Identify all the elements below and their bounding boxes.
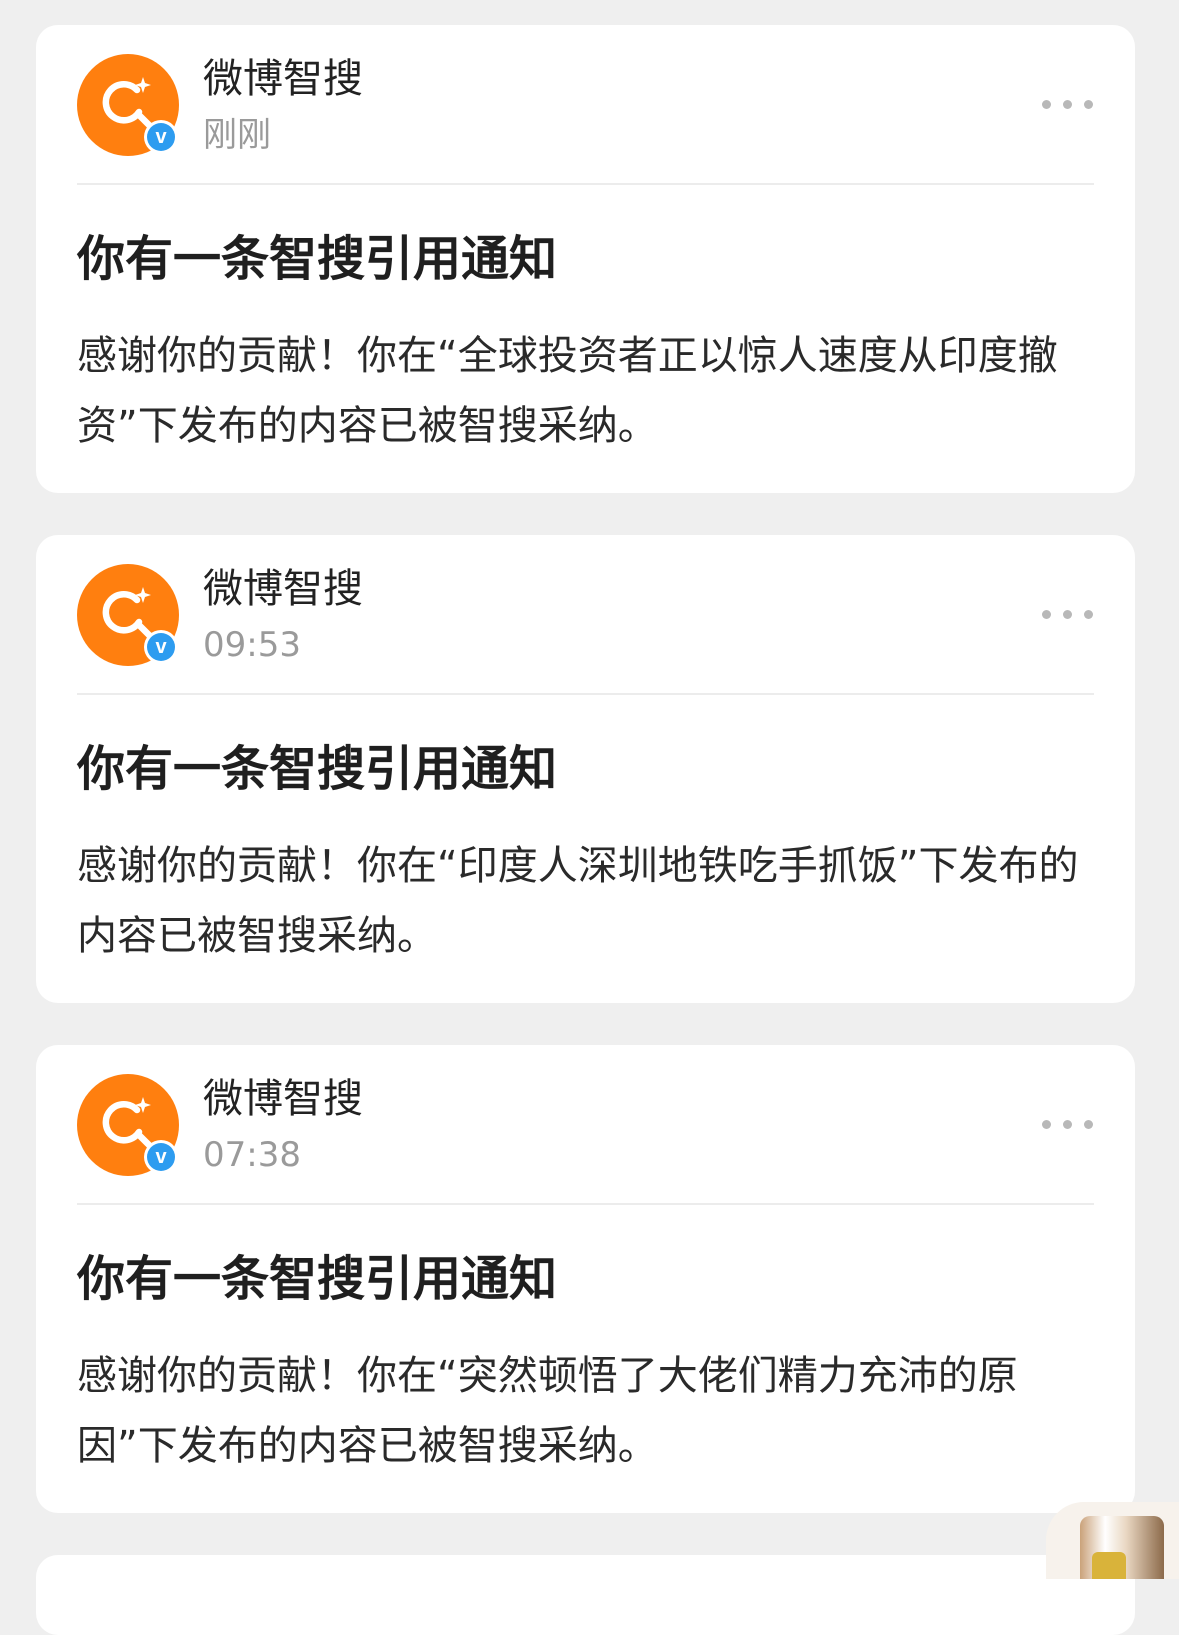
notification-card-partial[interactable] bbox=[36, 1555, 1135, 1635]
more-options-button[interactable] bbox=[1032, 1105, 1102, 1143]
verified-badge-icon: v bbox=[144, 630, 178, 664]
more-options-icon bbox=[1042, 1120, 1051, 1129]
account-name[interactable]: 微博智搜 bbox=[203, 53, 363, 105]
more-options-icon bbox=[1042, 610, 1051, 619]
more-options-icon bbox=[1063, 1120, 1072, 1129]
more-options-icon bbox=[1042, 100, 1051, 109]
divider bbox=[77, 1203, 1094, 1205]
post-time: 07:38 bbox=[203, 1135, 301, 1175]
more-options-icon bbox=[1063, 100, 1072, 109]
more-options-icon bbox=[1084, 610, 1093, 619]
notice-body: 感谢你的贡献！你在“全球投资者正以惊人速度从印度撤资”下发布的内容已被智搜采纳。 bbox=[77, 333, 1058, 449]
account-name[interactable]: 微博智搜 bbox=[203, 563, 363, 615]
more-options-button[interactable] bbox=[1032, 85, 1102, 123]
post-time: 刚刚 bbox=[203, 115, 271, 155]
floating-thumbnail[interactable] bbox=[1046, 1502, 1179, 1579]
notice-body: 感谢你的贡献！你在“突然顿悟了大佬们精力充沛的原因”下发布的内容已被智搜采纳。 bbox=[77, 1353, 1018, 1469]
notification-card[interactable]: v 微博智搜 刚刚 你有一条智搜引用通知 感谢你的贡献！你在“全球投资者正以惊人… bbox=[36, 25, 1135, 493]
thumbnail-accent bbox=[1092, 1552, 1126, 1579]
divider bbox=[77, 183, 1094, 185]
post-time: 09:53 bbox=[203, 625, 301, 665]
notice-title: 你有一条智搜引用通知 bbox=[77, 1251, 558, 1307]
verified-badge-icon: v bbox=[144, 1140, 178, 1174]
account-name[interactable]: 微博智搜 bbox=[203, 1073, 363, 1125]
notification-card[interactable]: v 微博智搜 09:53 你有一条智搜引用通知 感谢你的贡献！你在“印度人深圳地… bbox=[36, 535, 1135, 1003]
notice-title: 你有一条智搜引用通知 bbox=[77, 231, 558, 287]
notice-body: 感谢你的贡献！你在“印度人深圳地铁吃手抓饭”下发布的内容已被智搜采纳。 bbox=[77, 843, 1079, 959]
more-options-icon bbox=[1084, 1120, 1093, 1129]
notice-title: 你有一条智搜引用通知 bbox=[77, 741, 558, 797]
verified-badge-icon: v bbox=[144, 120, 178, 154]
divider bbox=[77, 693, 1094, 695]
notification-card[interactable]: v 微博智搜 07:38 你有一条智搜引用通知 感谢你的贡献！你在“突然顿悟了大… bbox=[36, 1045, 1135, 1513]
more-options-icon bbox=[1063, 610, 1072, 619]
more-options-button[interactable] bbox=[1032, 595, 1102, 633]
more-options-icon bbox=[1084, 100, 1093, 109]
